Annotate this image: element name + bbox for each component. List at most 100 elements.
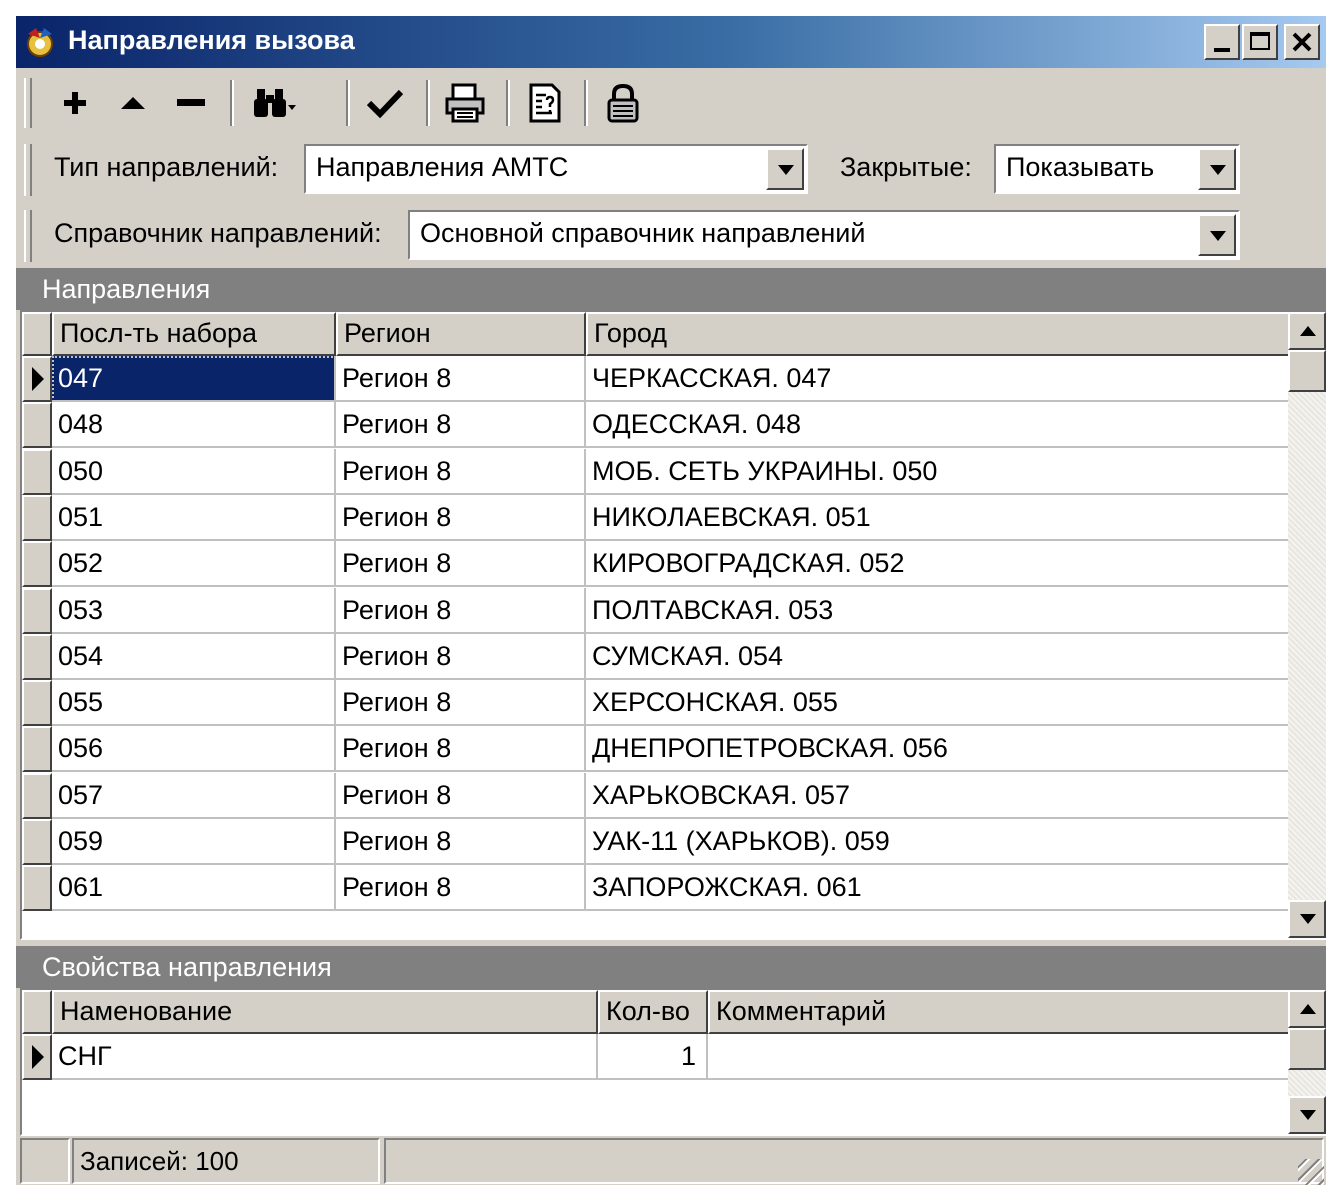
- apply-button[interactable]: [362, 78, 408, 128]
- cell-region[interactable]: Регион 8: [336, 356, 586, 402]
- cell-comment[interactable]: [708, 1034, 1290, 1080]
- row-indicator[interactable]: [22, 726, 52, 773]
- bar-grip[interactable]: [24, 210, 32, 262]
- title-bar[interactable]: Направления вызова: [16, 16, 1326, 68]
- cell-dial-sequence[interactable]: 056: [52, 726, 336, 773]
- cell-region[interactable]: Регион 8: [336, 772, 586, 819]
- scroll-down-button[interactable]: [1288, 1096, 1326, 1134]
- close-button[interactable]: [1284, 24, 1320, 60]
- chevron-down-icon[interactable]: [1198, 148, 1236, 190]
- row-indicator[interactable]: [22, 541, 52, 588]
- lock-button[interactable]: [600, 78, 646, 128]
- cell-city[interactable]: ХЕРСОНСКАЯ. 055: [586, 680, 1290, 727]
- cell-dial-sequence[interactable]: 055: [52, 680, 336, 727]
- cell-region[interactable]: Регион 8: [336, 448, 586, 495]
- minimize-button[interactable]: [1204, 24, 1240, 60]
- bar-grip[interactable]: [24, 144, 32, 196]
- cell-region[interactable]: Регион 8: [336, 726, 586, 773]
- window-title: Направления вызова: [68, 25, 355, 55]
- cell-dial-sequence[interactable]: 053: [52, 587, 336, 634]
- row-indicator[interactable]: [22, 819, 52, 865]
- report-button[interactable]: [522, 78, 568, 128]
- current-row-indicator-icon[interactable]: [22, 1034, 52, 1080]
- cell-name[interactable]: СНГ: [52, 1034, 598, 1080]
- cell-region[interactable]: Регион 8: [336, 494, 586, 541]
- cell-region[interactable]: Регион 8: [336, 402, 586, 449]
- app-icon: [27, 28, 53, 57]
- row-indicator[interactable]: [22, 494, 52, 541]
- cell-dial-sequence[interactable]: 051: [52, 494, 336, 541]
- add-button[interactable]: [54, 78, 96, 128]
- column-header-dial-sequence[interactable]: Посл-ть набора: [52, 312, 336, 356]
- cell-city[interactable]: НИКОЛАЕВСКАЯ. 051: [586, 494, 1290, 541]
- scroll-thumb[interactable]: [1288, 1028, 1326, 1070]
- cell-region[interactable]: Регион 8: [336, 541, 586, 588]
- direction-type-select[interactable]: Направления АМТС: [304, 144, 808, 194]
- cell-city[interactable]: ПОЛТАВСКАЯ. 053: [586, 587, 1290, 634]
- cell-region[interactable]: Регион 8: [336, 587, 586, 634]
- cell-dial-sequence[interactable]: 048: [52, 402, 336, 449]
- directions-grid[interactable]: Посл-ть набора Регион Город 047 Регион 8Ч…: [20, 310, 1326, 940]
- resize-grip-icon[interactable]: [1298, 1159, 1324, 1185]
- cell-city[interactable]: ОДЕССКАЯ. 048: [586, 402, 1290, 449]
- cell-dial-sequence[interactable]: 057: [52, 772, 336, 819]
- cell-count[interactable]: 1: [598, 1034, 708, 1080]
- column-header-region[interactable]: Регион: [336, 312, 586, 356]
- move-up-button[interactable]: [112, 78, 154, 128]
- scroll-up-button[interactable]: [1288, 990, 1326, 1028]
- header-indicator: [22, 990, 52, 1034]
- column-header-comment[interactable]: Комментарий: [708, 990, 1290, 1034]
- cell-dial-sequence[interactable]: 047: [52, 356, 336, 402]
- cell-region[interactable]: Регион 8: [336, 680, 586, 727]
- directions-scrollbar[interactable]: [1288, 312, 1326, 938]
- scroll-up-button[interactable]: [1288, 312, 1326, 350]
- type-filter-bar: Тип направлений: Направления АМТС Закрыт…: [16, 138, 1326, 202]
- cell-city[interactable]: ХАРЬКОВСКАЯ. 057: [586, 772, 1290, 819]
- column-header-name[interactable]: Наменование: [52, 990, 598, 1034]
- lock-icon: [607, 83, 639, 123]
- delete-button[interactable]: [170, 78, 212, 128]
- chevron-down-icon[interactable]: [1198, 214, 1236, 256]
- cell-city[interactable]: ДНЕПРОПЕТРОВСКАЯ. 056: [586, 726, 1290, 773]
- current-row-indicator-icon[interactable]: [22, 356, 52, 402]
- scroll-down-button[interactable]: [1288, 900, 1326, 938]
- directory-select[interactable]: Основной справочник направлений: [408, 210, 1240, 260]
- properties-grid[interactable]: Наменование Кол-во Комментарий СНГ 1: [20, 988, 1326, 1136]
- row-indicator[interactable]: [22, 680, 52, 727]
- row-indicator[interactable]: [22, 587, 52, 634]
- properties-scrollbar[interactable]: [1288, 990, 1326, 1134]
- row-indicator[interactable]: [22, 865, 52, 912]
- row-indicator[interactable]: [22, 448, 52, 495]
- chevron-down-icon[interactable]: [766, 148, 804, 190]
- cell-region[interactable]: Регион 8: [336, 819, 586, 865]
- find-button[interactable]: [248, 78, 300, 128]
- column-header-city[interactable]: Город: [586, 312, 1290, 356]
- toolbar-grip[interactable]: [24, 78, 32, 128]
- print-button[interactable]: [440, 78, 490, 128]
- cell-city[interactable]: УАК-11 (ХАРЬКОВ). 059: [586, 819, 1290, 865]
- cell-dial-sequence[interactable]: 061: [52, 865, 336, 912]
- cell-region[interactable]: Регион 8: [336, 865, 586, 912]
- direction-type-value: Направления АМТС: [316, 152, 569, 182]
- binoculars-icon: [254, 89, 296, 117]
- scroll-thumb[interactable]: [1288, 350, 1326, 392]
- maximize-button[interactable]: [1242, 24, 1278, 60]
- cell-dial-sequence[interactable]: 052: [52, 541, 336, 588]
- cell-city[interactable]: КИРОВОГРАДСКАЯ. 052: [586, 541, 1290, 588]
- closed-select[interactable]: Показывать: [994, 144, 1240, 194]
- cell-city[interactable]: ЗАПОРОЖСКАЯ. 061: [586, 865, 1290, 912]
- cell-dial-sequence[interactable]: 050: [52, 448, 336, 495]
- cell-city[interactable]: МОБ. СЕТЬ УКРАИНЫ. 050: [586, 448, 1290, 495]
- cell-city[interactable]: СУМСКАЯ. 054: [586, 633, 1290, 680]
- cell-dial-sequence[interactable]: 059: [52, 819, 336, 865]
- printer-icon: [445, 83, 485, 123]
- header-indicator: [22, 312, 52, 356]
- row-indicator[interactable]: [22, 402, 52, 449]
- close-icon: [1292, 32, 1312, 52]
- cell-dial-sequence[interactable]: 054: [52, 633, 336, 680]
- row-indicator[interactable]: [22, 633, 52, 680]
- cell-region[interactable]: Регион 8: [336, 633, 586, 680]
- column-header-count[interactable]: Кол-во: [598, 990, 708, 1034]
- cell-city[interactable]: ЧЕРКАССКАЯ. 047: [586, 356, 1290, 402]
- row-indicator[interactable]: [22, 772, 52, 819]
